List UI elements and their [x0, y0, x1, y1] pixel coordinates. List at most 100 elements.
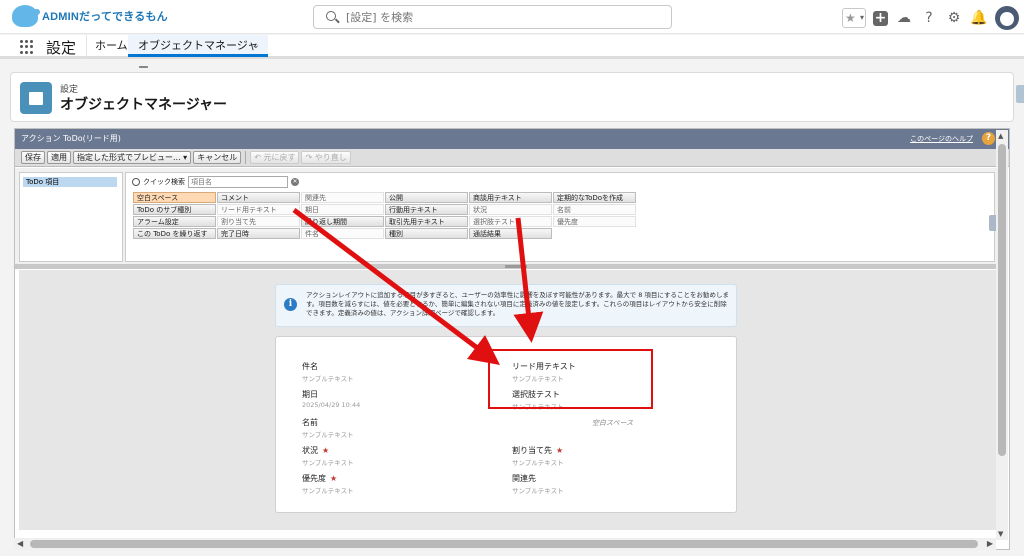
undo-button[interactable]: ↶ 元に戻す	[250, 151, 300, 164]
vertical-scrollbar[interactable]: ▲ ▼	[996, 130, 1008, 540]
horizontal-scrollbar[interactable]: ◀ ▶	[14, 538, 996, 550]
layout-field[interactable]: 割り当て先 ★ サンプルテキスト	[512, 445, 564, 467]
global-actions-plus-icon[interactable]: +	[873, 10, 888, 26]
layout-field[interactable]: 状況 ★ サンプルテキスト	[302, 445, 354, 467]
app-nav: 設定 ホーム オブジェクトマネージャー ⌄	[0, 35, 1024, 74]
quick-find-input[interactable]	[188, 176, 288, 188]
layout-field[interactable]: 関連先サンプルテキスト	[512, 473, 564, 495]
logo-text: ADMINだってできるもん	[42, 11, 168, 23]
undo-label: 元に戻す	[263, 153, 296, 162]
palette-category-todo-fields[interactable]: ToDo 項目	[23, 177, 117, 187]
palette-field-item[interactable]: 種別	[385, 228, 468, 239]
palette-resize-handle[interactable]	[15, 264, 997, 269]
palette-field-item[interactable]: 通話結果	[469, 228, 552, 239]
field-sample-value: サンプルテキスト	[302, 431, 354, 439]
scroll-thumb[interactable]	[998, 144, 1006, 456]
favorites-star-icon[interactable]: ★	[842, 8, 866, 28]
redo-button[interactable]: ↷ やり直し	[301, 151, 351, 164]
palette-field-item[interactable]: 繰り返し期間	[301, 216, 384, 227]
cancel-button[interactable]: キャンセル	[193, 151, 242, 164]
field-sample-value: サンプルテキスト	[302, 487, 354, 495]
global-search[interactable]	[313, 5, 672, 29]
side-panel-handle[interactable]	[1016, 85, 1024, 103]
blank-space-placeholder[interactable]: 空白スペース	[592, 418, 633, 428]
palette-field-item[interactable]: 商談用テキスト	[469, 192, 552, 203]
info-message: アクションレイアウトに追加する項目が多すぎると、ユーザーの効率性に影響を及ぼす可…	[306, 291, 729, 317]
layout-field[interactable]: 件名 サンプルテキスト	[302, 361, 354, 383]
field-label-text: 優先度	[302, 474, 326, 483]
brand-logo[interactable]: ADMINだってできるもん	[12, 5, 168, 27]
field-label-text: 件名	[302, 362, 318, 371]
palette-field-item[interactable]: 完了日時	[217, 228, 300, 239]
palette-field-item[interactable]: ToDo のサブ種別	[133, 204, 216, 215]
palette-field-item[interactable]: 取引先用テキスト	[385, 216, 468, 227]
scroll-up-icon[interactable]: ▲	[998, 132, 1003, 140]
field-sample-value: サンプルテキスト	[512, 487, 564, 495]
scroll-right-icon[interactable]: ▶	[987, 539, 993, 548]
palette-field-item[interactable]: 公開	[385, 192, 468, 203]
layout-field[interactable]: 期日 2025/04/29 10:44	[302, 389, 360, 409]
quick-find: クイック検索 ✕	[132, 176, 299, 188]
field-label-text: 名前	[302, 418, 318, 427]
palette-field-item[interactable]: コメント	[217, 192, 300, 203]
save-button[interactable]: 保存	[21, 151, 45, 164]
palette-field-item[interactable]: 件名	[301, 228, 384, 239]
trailhead-icon[interactable]: ☁	[895, 9, 913, 27]
preview-label: 指定した形式でプレビュー...	[77, 153, 181, 162]
redo-label: やり直し	[314, 153, 347, 162]
layout-field[interactable]: 優先度 ★ サンプルテキスト	[302, 473, 354, 495]
tab-object-manager[interactable]: オブジェクトマネージャー ⌄	[128, 35, 268, 74]
field-sample-value: 2025/04/29 10:44	[302, 401, 361, 409]
palette-field-item[interactable]: 行動用テキスト	[385, 204, 468, 215]
avatar[interactable]	[995, 6, 1019, 30]
layout-field[interactable]: 名前サンプルテキスト	[302, 417, 354, 439]
palette-field-item[interactable]: 名前	[553, 204, 636, 215]
field-label: 優先度 ★	[302, 473, 354, 484]
search-icon	[326, 11, 336, 21]
palette-field-item[interactable]: 空白スペース	[133, 192, 216, 203]
quick-save-button[interactable]: 適用	[47, 151, 71, 164]
palette-field-item[interactable]: 関連先	[301, 192, 384, 203]
palette-field-item[interactable]: 期日	[301, 204, 384, 215]
palette-field-item[interactable]: 優先度	[553, 216, 636, 227]
palette-field-item	[553, 228, 636, 239]
app-launcher-icon[interactable]	[20, 40, 34, 54]
chevron-down-icon[interactable]: ⌄	[252, 35, 260, 57]
annotation-highlight-box	[488, 349, 653, 409]
palette-field-item[interactable]: この ToDo を繰り返す	[133, 228, 216, 239]
quick-find-label: クイック検索	[143, 178, 185, 186]
global-header: ADMINだってできるもん ★ + ☁ ? ⚙ 🔔	[0, 0, 1024, 34]
field-label: 割り当て先 ★	[512, 445, 564, 456]
help-question-icon[interactable]: ?	[982, 132, 995, 145]
help-icon[interactable]: ?	[920, 9, 938, 27]
palette-field-item[interactable]: 選択肢テスト	[469, 216, 552, 227]
field-label-text: 状況	[302, 446, 318, 455]
app-name: 設定	[46, 39, 77, 57]
scroll-down-icon[interactable]: ▼	[998, 530, 1003, 538]
palette-items-panel: クイック検索 ✕ 空白スペースコメント関連先公開商談用テキスト定期的なToDoを…	[125, 172, 995, 262]
field-label: 件名	[302, 361, 354, 372]
info-banner: i アクションレイアウトに追加する項目が多すぎると、ユーザーの効率性に影響を及ぼ…	[275, 284, 737, 327]
gear-icon[interactable]: ⚙	[945, 9, 963, 27]
palette-field-item[interactable]: 定期的なToDoを作成	[553, 192, 636, 203]
palette-field-item[interactable]: アラーム設定	[133, 216, 216, 227]
required-star-icon: ★	[330, 474, 338, 483]
field-label-text: 関連先	[512, 474, 536, 483]
bell-icon[interactable]: 🔔	[970, 9, 988, 27]
palette-field-item[interactable]: 状況	[469, 204, 552, 215]
palette-field-item[interactable]: 割り当て先	[217, 216, 300, 227]
palette-field-grid: 空白スペース コメント 関連先 公開 商談用テキスト 定期的なToDoを作成 ToDo のサ…	[133, 192, 636, 239]
required-star-icon: ★	[322, 446, 330, 455]
field-label: 名前	[302, 417, 354, 428]
palette-field-item[interactable]: リード用テキスト	[217, 204, 300, 215]
help-link[interactable]: このページのヘルプ	[910, 134, 973, 144]
scroll-thumb-horizontal[interactable]	[30, 540, 978, 548]
scroll-left-icon[interactable]: ◀	[17, 539, 23, 548]
clear-icon[interactable]: ✕	[291, 178, 299, 186]
dolphin-logo-icon	[12, 5, 40, 27]
info-icon: i	[284, 298, 297, 311]
editor-title: アクション ToDo(リード用)	[21, 134, 121, 143]
search-input[interactable]	[346, 10, 646, 25]
preview-dropdown-button[interactable]: 指定した形式でプレビュー... ▾	[73, 151, 192, 164]
field-sample-value: サンプルテキスト	[512, 459, 564, 467]
